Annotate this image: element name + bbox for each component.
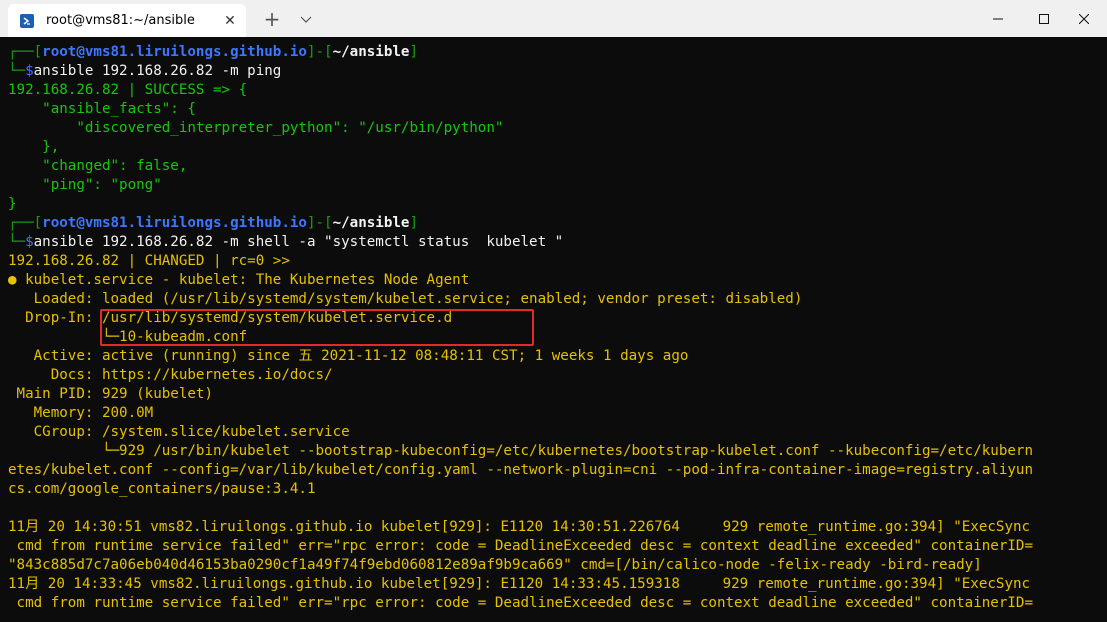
terminal-text: ~/ansible: [332, 215, 410, 231]
terminal-text: ]-[: [306, 44, 333, 60]
terminal-line: └─$ansible 192.168.26.82 -m ping: [8, 62, 1033, 81]
terminal-text: cmd from runtime service failed" err="rp…: [8, 538, 1033, 554]
terminal-text: CGroup: /system.slice/kubelet.service: [8, 424, 350, 440]
terminal-line: 11月 20 14:33:45 vms82.liruilongs.github.…: [8, 575, 1033, 594]
terminal-line: Main PID: 929 (kubelet): [8, 385, 1033, 404]
new-tab-button[interactable]: +: [262, 7, 282, 31]
terminal-text: ansible 192.168.26.82 -m ping: [33, 63, 282, 79]
terminal-line: ┌──[root@vms81.liruilongs.github.io]-[~/…: [8, 214, 1033, 233]
tab-close-icon[interactable]: ✕: [222, 13, 238, 29]
terminal-line: └─$ansible 192.168.26.82 -m shell -a "sy…: [8, 233, 1033, 252]
terminal-text: cmd from runtime service failed" err="rp…: [8, 595, 1033, 611]
terminal-text: $: [25, 234, 34, 250]
terminal-text: └─929 /usr/bin/kubelet --bootstrap-kubec…: [8, 443, 1033, 459]
close-window-button[interactable]: [1061, 0, 1107, 37]
terminal-line: "ping": "pong": [8, 176, 1033, 195]
terminal-text: $: [25, 63, 34, 79]
tab-title: root@vms81:~/ansible: [46, 13, 195, 28]
terminal-text: ● kubelet.service - kubelet: The Kuberne…: [8, 272, 470, 288]
terminal-text: ansible 192.168.26.82 -m shell -a "syste…: [33, 234, 564, 250]
terminal-text: "843c885d7c7a06eb040d46153ba0290cf1a49f7…: [8, 557, 982, 573]
chevron-down-icon: [300, 16, 312, 23]
minimize-icon: [993, 18, 1003, 19]
terminal-text: ┌──[: [8, 215, 43, 231]
terminal-text: etes/kubelet.conf --config=/var/lib/kube…: [8, 462, 1033, 478]
terminal-line: etes/kubelet.conf --config=/var/lib/kube…: [8, 461, 1033, 480]
powershell-icon: [20, 14, 34, 28]
terminal-line: Loaded: loaded (/usr/lib/systemd/system/…: [8, 290, 1033, 309]
close-icon: [1079, 13, 1089, 24]
terminal-text: ]: [409, 44, 419, 60]
terminal-line: 192.168.26.82 | CHANGED | rc=0 >>: [8, 252, 1033, 271]
terminal-text: root@vms81.liruilongs.github.io: [42, 44, 307, 60]
terminal-line: }: [8, 195, 1033, 214]
terminal-line: },: [8, 138, 1033, 157]
terminal-tab[interactable]: root@vms81:~/ansible ✕: [8, 4, 246, 37]
terminal-line: "ansible_facts": {: [8, 100, 1033, 119]
terminal-text: }: [8, 196, 17, 212]
terminal-text: ┌──[: [8, 44, 43, 60]
terminal-text: Loaded: loaded (/usr/lib/systemd/system/…: [8, 291, 803, 307]
terminal-output[interactable]: ┌──[root@vms81.liruilongs.github.io]-[~/…: [0, 37, 1107, 622]
terminal-text: Active: active (running) since 五 2021-11…: [8, 348, 689, 364]
terminal-line: ┌──[root@vms81.liruilongs.github.io]-[~/…: [8, 43, 1033, 62]
terminal-line: cmd from runtime service failed" err="rp…: [8, 594, 1033, 613]
title-bar: root@vms81:~/ansible ✕ +: [0, 0, 1107, 37]
terminal-line: "changed": false,: [8, 157, 1033, 176]
drop-in-highlight-box: [100, 309, 534, 346]
terminal-text: root@vms81.liruilongs.github.io: [42, 215, 307, 231]
terminal-line: Memory: 200.0M: [8, 404, 1033, 423]
terminal-line: "843c885d7c7a06eb040d46153ba0290cf1a49f7…: [8, 556, 1033, 575]
terminal-text: ]-[: [306, 215, 333, 231]
terminal-text: "discovered_interpreter_python": "/usr/b…: [8, 120, 504, 136]
terminal-text: └─: [8, 63, 26, 79]
terminal-text: 192.168.26.82 | SUCCESS => {: [8, 82, 248, 98]
terminal-line: Active: active (running) since 五 2021-11…: [8, 347, 1033, 366]
terminal-text: "changed": false,: [8, 158, 188, 174]
terminal-line: 11月 20 14:30:51 vms82.liruilongs.github.…: [8, 518, 1033, 537]
terminal-text: cs.com/google_containers/pause:3.4.1: [8, 481, 316, 497]
terminal-text: Memory: 200.0M: [8, 405, 154, 421]
terminal-text: └─: [8, 234, 26, 250]
terminal-text: },: [8, 139, 60, 155]
terminal-line: └─929 /usr/bin/kubelet --bootstrap-kubec…: [8, 442, 1033, 461]
terminal-line: cmd from runtime service failed" err="rp…: [8, 537, 1033, 556]
terminal-line: 192.168.26.82 | SUCCESS => {: [8, 81, 1033, 100]
tab-dropdown-button[interactable]: [296, 7, 316, 31]
minimize-button[interactable]: [975, 0, 1021, 37]
terminal-text: Main PID: 929 (kubelet): [8, 386, 213, 402]
terminal-line: Docs: https://kubernetes.io/docs/: [8, 366, 1033, 385]
maximize-icon: [1039, 13, 1049, 24]
terminal-line: "discovered_interpreter_python": "/usr/b…: [8, 119, 1033, 138]
terminal-text: ~/ansible: [332, 44, 410, 60]
terminal-line: ● kubelet.service - kubelet: The Kuberne…: [8, 271, 1033, 290]
terminal-text: 192.168.26.82 | CHANGED | rc=0 >>: [8, 253, 290, 269]
terminal-line: cs.com/google_containers/pause:3.4.1: [8, 480, 1033, 499]
terminal-line: CGroup: /system.slice/kubelet.service: [8, 423, 1033, 442]
terminal-text: "ansible_facts": {: [8, 101, 196, 117]
terminal-text: 11月 20 14:33:45 vms82.liruilongs.github.…: [8, 576, 1031, 592]
terminal-text: ]: [409, 215, 419, 231]
terminal-text: 11月 20 14:30:51 vms82.liruilongs.github.…: [8, 519, 1031, 535]
terminal-text: Docs: https://kubernetes.io/docs/: [8, 367, 333, 383]
terminal-text: "ping": "pong": [8, 177, 162, 193]
